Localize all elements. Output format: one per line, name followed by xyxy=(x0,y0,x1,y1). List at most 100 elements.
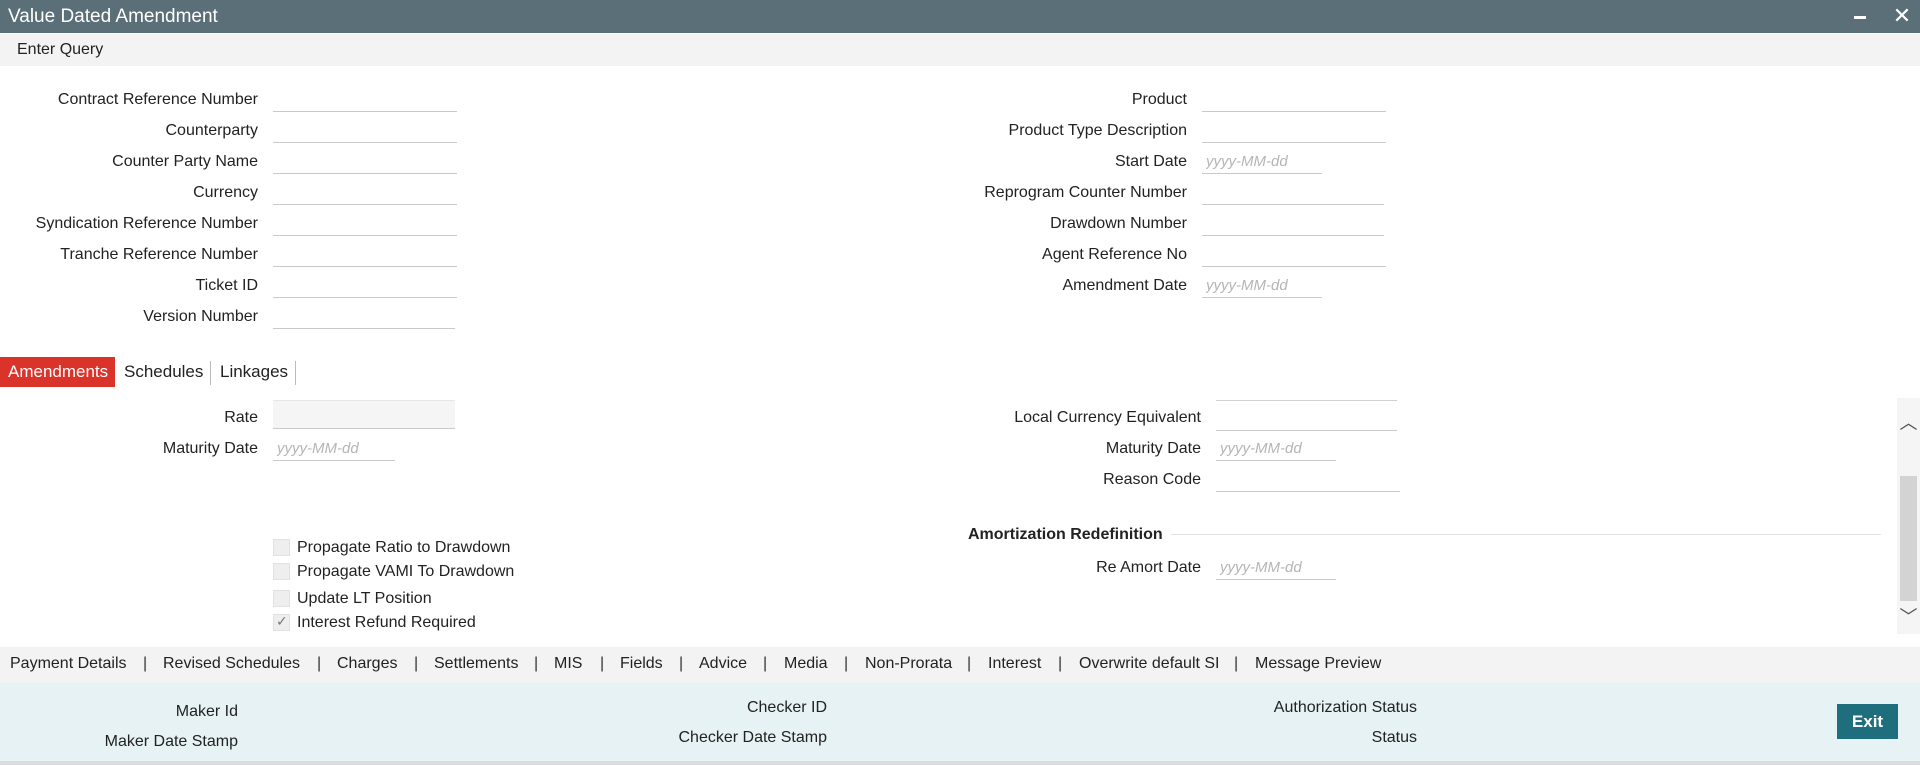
start-date-label: Start Date xyxy=(1114,153,1187,170)
tab-divider xyxy=(210,361,211,385)
window-title: Value Dated Amendment xyxy=(8,6,218,27)
exit-button[interactable]: Exit xyxy=(1837,704,1898,739)
product-label: Product xyxy=(1131,91,1187,108)
ticket-id-input[interactable] xyxy=(273,274,457,298)
interest-refund-required-checkbox[interactable] xyxy=(273,613,290,631)
maturity-date-right-label: Maturity Date xyxy=(1105,440,1201,457)
close-icon[interactable]: ✕ xyxy=(1890,3,1914,29)
link-separator: | xyxy=(143,655,148,672)
reprogram-counter-number-input[interactable] xyxy=(1202,181,1384,205)
link-mis[interactable]: MIS xyxy=(554,655,582,673)
vertical-scrollbar[interactable]: ︿ ﹀ xyxy=(1897,398,1920,634)
link-revised-schedules[interactable]: Revised Schedules xyxy=(163,655,300,673)
link-separator: | xyxy=(534,655,539,672)
drawdown-number-label: Drawdown Number xyxy=(1050,215,1187,232)
checker-date-stamp-label: Checker Date Stamp xyxy=(678,729,827,746)
link-separator: | xyxy=(317,655,322,672)
link-separator: | xyxy=(844,655,849,672)
link-media[interactable]: Media xyxy=(784,655,828,673)
contract-reference-number-label: Contract Reference Number xyxy=(57,91,258,108)
amendment-date-input[interactable] xyxy=(1202,274,1322,298)
window-titlebar: Value Dated Amendment ✕ xyxy=(0,0,1920,33)
syndication-reference-number-input[interactable] xyxy=(273,212,457,236)
contract-reference-number-input[interactable] xyxy=(273,88,457,112)
authorization-status-label: Authorization Status xyxy=(1273,699,1417,716)
link-separator: | xyxy=(967,655,972,672)
chevron-up-icon[interactable]: ︿ xyxy=(1897,412,1920,434)
amortization-section-title: Amortization Redefinition xyxy=(968,526,1163,543)
product-input[interactable] xyxy=(1202,88,1386,112)
link-settlements[interactable]: Settlements xyxy=(434,655,518,673)
update-lt-position-label: Update LT Position xyxy=(297,590,432,607)
link-charges[interactable]: Charges xyxy=(337,655,397,673)
link-advice[interactable]: Advice xyxy=(699,655,747,673)
tab-divider xyxy=(295,361,296,385)
section-divider xyxy=(1171,534,1881,535)
link-interest[interactable]: Interest xyxy=(988,655,1041,673)
enter-query-button[interactable]: Enter Query xyxy=(17,41,103,59)
checker-id-label: Checker ID xyxy=(746,699,827,716)
rate-input[interactable] xyxy=(273,400,455,429)
propagate-ratio-checkbox[interactable] xyxy=(273,539,290,556)
tranche-reference-number-label: Tranche Reference Number xyxy=(60,246,258,263)
currency-label: Currency xyxy=(193,184,258,201)
chevron-down-icon[interactable]: ﹀ xyxy=(1897,606,1920,628)
audit-footer: Maker Id Maker Date Stamp Checker ID Che… xyxy=(0,683,1920,761)
link-fields[interactable]: Fields xyxy=(620,655,663,673)
agent-reference-no-input[interactable] xyxy=(1202,243,1386,267)
counter-party-name-input[interactable] xyxy=(273,150,457,174)
maker-date-stamp-label: Maker Date Stamp xyxy=(104,733,238,750)
product-type-description-input[interactable] xyxy=(1202,119,1386,143)
local-currency-equivalent-input[interactable] xyxy=(1216,400,1397,431)
link-separator: | xyxy=(763,655,768,672)
drawdown-number-input[interactable] xyxy=(1202,212,1384,236)
link-separator: | xyxy=(679,655,684,672)
maturity-date-right-input[interactable] xyxy=(1216,437,1336,461)
maturity-date-input[interactable] xyxy=(273,437,395,461)
query-toolbar: Enter Query xyxy=(0,34,1920,66)
re-amort-date-label: Re Amort Date xyxy=(1096,559,1201,576)
re-amort-date-input[interactable] xyxy=(1216,556,1336,580)
counterparty-input[interactable] xyxy=(273,119,457,143)
status-label: Status xyxy=(1371,729,1417,746)
maker-id-label: Maker Id xyxy=(175,703,238,720)
counterparty-label: Counterparty xyxy=(165,122,259,139)
link-separator: | xyxy=(600,655,605,672)
window-bottom-border xyxy=(0,761,1920,765)
reason-code-input[interactable] xyxy=(1216,468,1400,492)
propagate-vami-label: Propagate VAMI To Drawdown xyxy=(297,563,515,580)
link-separator: | xyxy=(1058,655,1063,672)
counter-party-name-label: Counter Party Name xyxy=(112,153,258,170)
maturity-date-label: Maturity Date xyxy=(162,440,258,457)
tab-amendments[interactable]: Amendments xyxy=(0,357,115,387)
tranche-reference-number-input[interactable] xyxy=(273,243,457,267)
link-non-prorata[interactable]: Non-Prorata xyxy=(865,655,952,673)
link-payment-details[interactable]: Payment Details xyxy=(10,655,127,673)
sub-screen-links: Payment Details | Revised Schedules | Ch… xyxy=(0,647,1920,683)
local-currency-equivalent-label: Local Currency Equivalent xyxy=(1014,409,1201,426)
syndication-reference-number-label: Syndication Reference Number xyxy=(35,215,258,232)
update-lt-position-checkbox[interactable] xyxy=(273,590,290,607)
propagate-ratio-label: Propagate Ratio to Drawdown xyxy=(297,539,511,556)
scrollbar-thumb[interactable] xyxy=(1900,476,1917,601)
link-overwrite-default-si[interactable]: Overwrite default SI xyxy=(1079,655,1220,673)
tab-schedules[interactable]: Schedules xyxy=(116,357,211,387)
link-message-preview[interactable]: Message Preview xyxy=(1255,655,1381,673)
rate-label: Rate xyxy=(224,409,258,426)
reprogram-counter-number-label: Reprogram Counter Number xyxy=(984,184,1187,201)
version-number-label: Version Number xyxy=(143,308,258,325)
minimize-icon[interactable] xyxy=(1848,3,1872,29)
amendment-date-label: Amendment Date xyxy=(1062,277,1187,294)
currency-input[interactable] xyxy=(273,181,457,205)
reason-code-label: Reason Code xyxy=(1103,471,1201,488)
tab-linkages[interactable]: Linkages xyxy=(212,357,296,387)
link-separator: | xyxy=(414,655,419,672)
start-date-input[interactable] xyxy=(1202,150,1322,174)
product-type-description-label: Product Type Description xyxy=(1008,122,1187,139)
ticket-id-label: Ticket ID xyxy=(195,277,258,294)
propagate-vami-checkbox[interactable] xyxy=(273,563,290,580)
agent-reference-no-label: Agent Reference No xyxy=(1042,246,1187,263)
version-number-input[interactable] xyxy=(273,305,455,329)
interest-refund-required-label: Interest Refund Required xyxy=(297,614,476,631)
link-separator: | xyxy=(1234,655,1239,672)
